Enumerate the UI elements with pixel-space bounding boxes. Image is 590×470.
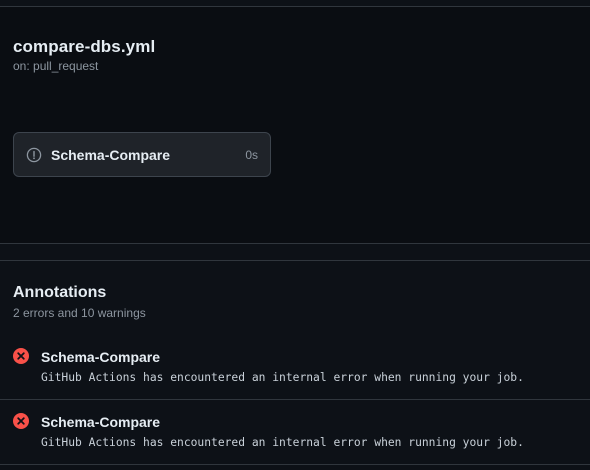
skipped-circle-icon xyxy=(26,147,42,163)
error-circle-icon xyxy=(13,413,29,429)
annotation-divider xyxy=(0,399,590,400)
workflow-trigger: on: pull_request xyxy=(13,59,99,73)
job-name: Schema-Compare xyxy=(51,147,171,163)
annotations-heading: Annotations xyxy=(13,284,107,301)
annotations-summary: 2 errors and 10 warnings xyxy=(13,306,146,320)
section-divider xyxy=(0,243,590,244)
annotation-message: GitHub Actions has encountered an intern… xyxy=(41,436,524,449)
annotation-message: GitHub Actions has encountered an intern… xyxy=(41,371,524,384)
workflow-graph-panel: compare-dbs.yml on: pull_request Schema-… xyxy=(0,7,590,243)
annotations-top-divider xyxy=(0,260,590,261)
annotation-item[interactable]: Schema-Compare GitHub Actions has encoun… xyxy=(0,336,590,400)
workflow-file-name: compare-dbs.yml xyxy=(13,37,156,56)
annotation-item[interactable]: Schema-Compare GitHub Actions has encoun… xyxy=(0,401,590,465)
error-circle-icon xyxy=(13,348,29,364)
bottom-divider xyxy=(0,464,590,465)
workflow-run-page: compare-dbs.yml on: pull_request Schema-… xyxy=(0,0,590,470)
annotation-title: Schema-Compare xyxy=(41,414,161,430)
job-duration: 0s xyxy=(245,148,258,162)
annotation-title: Schema-Compare xyxy=(41,349,161,365)
job-card-schema-compare[interactable]: Schema-Compare 0s xyxy=(13,132,271,177)
